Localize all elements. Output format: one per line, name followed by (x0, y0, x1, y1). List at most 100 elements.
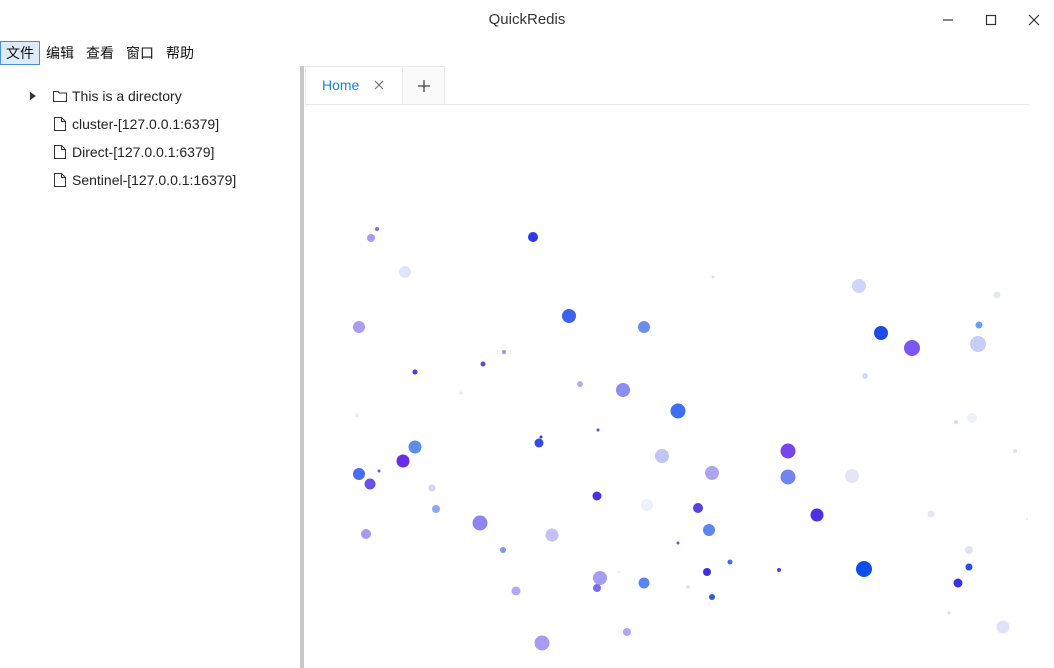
particle (693, 503, 703, 513)
particle (686, 585, 690, 589)
file-icon (52, 116, 68, 132)
particle (593, 571, 607, 585)
particle (641, 499, 653, 511)
particle-canvas (353, 227, 1028, 651)
main-panel: Home (305, 66, 1054, 668)
particle (412, 369, 418, 375)
particle (670, 403, 686, 419)
particle (638, 321, 650, 333)
particle (845, 469, 859, 483)
particle (472, 515, 488, 531)
particle (780, 469, 796, 485)
particle (810, 508, 824, 522)
particle (874, 326, 888, 340)
particle (1013, 449, 1017, 453)
particle (703, 524, 715, 536)
particle (367, 234, 375, 242)
particle (965, 563, 973, 571)
tree-item-label: cluster-[127.0.0.1:6379] (72, 116, 220, 132)
tree-item-label: This is a directory (72, 88, 182, 104)
particle (947, 611, 951, 615)
expand-arrow-icon[interactable] (28, 84, 38, 108)
particle (596, 428, 600, 432)
tree-item-label: Sentinel-[127.0.0.1:16379] (72, 172, 237, 188)
particle-background (305, 105, 1054, 668)
particle (777, 568, 781, 572)
particle (355, 413, 359, 417)
particle (375, 227, 379, 231)
particle (534, 635, 550, 651)
particle (562, 309, 576, 323)
particle (967, 413, 977, 423)
panel-splitter[interactable] (300, 66, 304, 668)
particle (593, 584, 601, 592)
particle (428, 484, 436, 492)
tree-item-cluster[interactable]: cluster-[127.0.0.1:6379] (52, 112, 219, 136)
file-icon (52, 144, 68, 160)
particle (862, 373, 868, 379)
particle (528, 232, 538, 242)
particle (709, 594, 715, 600)
tree-item-direct[interactable]: Direct-[127.0.0.1:6379] (52, 140, 214, 164)
particle (727, 559, 733, 565)
maximize-button[interactable] (978, 8, 1004, 32)
particle (993, 291, 1001, 299)
add-tab-button[interactable] (404, 66, 445, 104)
particle (1026, 518, 1028, 520)
plus-icon (418, 79, 430, 92)
particle (534, 438, 544, 448)
particle (592, 491, 602, 501)
tab-home[interactable]: Home (305, 66, 403, 104)
particle (965, 546, 973, 554)
tree-item-directory[interactable]: This is a directory (52, 84, 182, 108)
particle (711, 275, 715, 279)
menu-view[interactable]: 查看 (80, 41, 120, 65)
particle (852, 279, 866, 293)
particle (616, 383, 630, 397)
tab-label: Home (322, 77, 360, 93)
particle (970, 336, 986, 352)
particle (408, 440, 422, 454)
particle (399, 266, 411, 278)
particle (364, 478, 376, 490)
particle (975, 321, 983, 329)
particle (904, 340, 920, 356)
window-title: QuickRedis (488, 11, 566, 28)
particle (577, 381, 583, 387)
close-icon (1028, 14, 1040, 26)
file-icon (52, 172, 68, 188)
particle (459, 391, 463, 395)
tree-item-sentinel[interactable]: Sentinel-[127.0.0.1:16379] (52, 168, 236, 192)
particle (353, 321, 365, 333)
folder-icon (52, 88, 68, 104)
particle (617, 570, 621, 574)
menu-file[interactable]: 文件 (0, 41, 40, 65)
menu-help[interactable]: 帮助 (160, 41, 200, 65)
particle (361, 529, 371, 539)
particle (954, 420, 958, 424)
menu-bar: 文件 编辑 查看 窗口 帮助 (0, 41, 200, 65)
tree-item-label: Direct-[127.0.0.1:6379] (72, 144, 215, 160)
menu-edit[interactable]: 编辑 (40, 41, 80, 65)
particle (545, 528, 559, 542)
particle (703, 568, 711, 576)
tab-bar: Home (305, 66, 1029, 105)
particle (432, 505, 440, 513)
particle (480, 361, 486, 367)
particle (780, 443, 796, 459)
title-bar: QuickRedis (0, 0, 1054, 40)
particle (353, 468, 365, 480)
close-button[interactable] (1021, 8, 1047, 32)
particle (996, 620, 1010, 634)
menu-window[interactable]: 窗口 (120, 41, 160, 65)
connection-tree: This is a directory cluster-[127.0.0.1:6… (0, 66, 300, 668)
particle (856, 561, 872, 577)
particle (511, 586, 521, 596)
maximize-icon (985, 14, 997, 26)
particle (927, 510, 935, 518)
minimize-button[interactable] (935, 8, 961, 32)
particle (638, 577, 650, 589)
tab-close-icon[interactable] (372, 77, 386, 93)
particle (500, 547, 506, 553)
particle (396, 454, 410, 468)
